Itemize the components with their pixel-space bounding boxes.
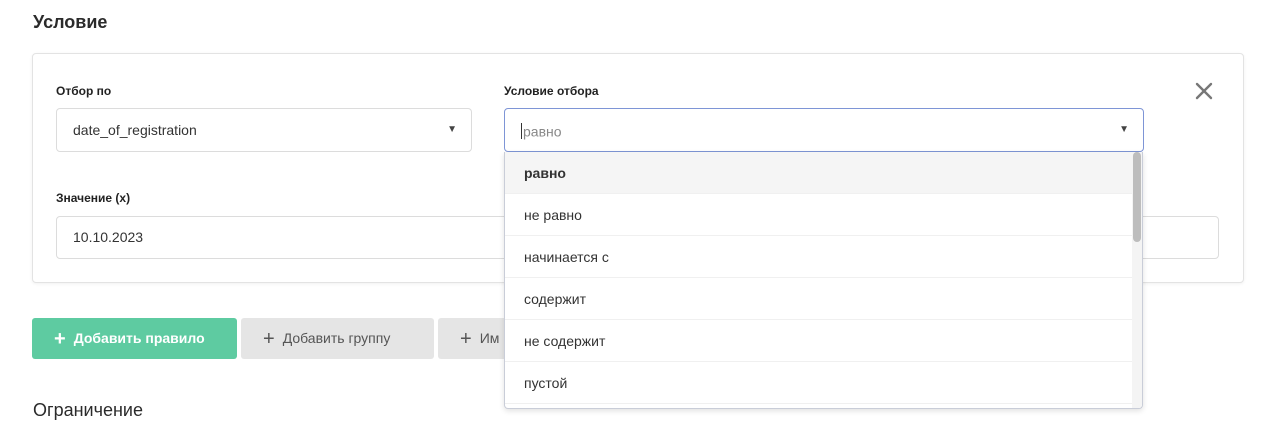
add-group-button[interactable]: + Добавить группу bbox=[241, 318, 434, 359]
dropdown-option[interactable]: не содержит bbox=[505, 320, 1142, 362]
add-group-label: Добавить группу bbox=[282, 330, 391, 346]
chevron-down-icon: ▼ bbox=[447, 124, 457, 135]
filter-condition-placeholder: равно bbox=[523, 123, 562, 140]
text-cursor bbox=[521, 123, 522, 140]
filter-condition-select[interactable]: равно ▼ bbox=[504, 108, 1144, 152]
scrollbar-thumb[interactable] bbox=[1133, 152, 1141, 242]
add-rule-label: Добавить правило bbox=[73, 330, 205, 346]
value-label: Значение (x) bbox=[56, 191, 131, 205]
filter-by-select[interactable]: date_of_registration ▼ bbox=[56, 108, 472, 152]
plus-icon: + bbox=[460, 328, 472, 350]
dropdown-option[interactable]: пустой bbox=[505, 362, 1142, 404]
value-input-text: 10.10.2023 bbox=[73, 229, 144, 245]
dropdown-option[interactable]: равно bbox=[505, 152, 1142, 194]
plus-icon: + bbox=[54, 328, 66, 350]
filter-by-value: date_of_registration bbox=[73, 122, 197, 138]
filter-condition-dropdown: равно не равно начинается с содержит не … bbox=[504, 152, 1143, 409]
dropdown-option[interactable]: содержит bbox=[505, 278, 1142, 320]
dropdown-scrollbar[interactable] bbox=[1132, 152, 1142, 408]
close-icon[interactable] bbox=[1193, 80, 1215, 102]
chevron-down-icon: ▼ bbox=[1119, 124, 1129, 135]
import-label: Им bbox=[479, 330, 500, 346]
filter-by-label: Отбор по bbox=[56, 84, 112, 98]
plus-icon: + bbox=[263, 328, 275, 350]
filter-condition-label: Условие отбора bbox=[504, 84, 599, 98]
limit-section-title: Ограничение bbox=[33, 400, 143, 420]
dropdown-option[interactable]: не равно bbox=[505, 194, 1142, 236]
add-rule-button[interactable]: + Добавить правило bbox=[32, 318, 237, 359]
dropdown-option[interactable]: начинается с bbox=[505, 236, 1142, 278]
condition-section-title: Условие bbox=[33, 12, 108, 32]
